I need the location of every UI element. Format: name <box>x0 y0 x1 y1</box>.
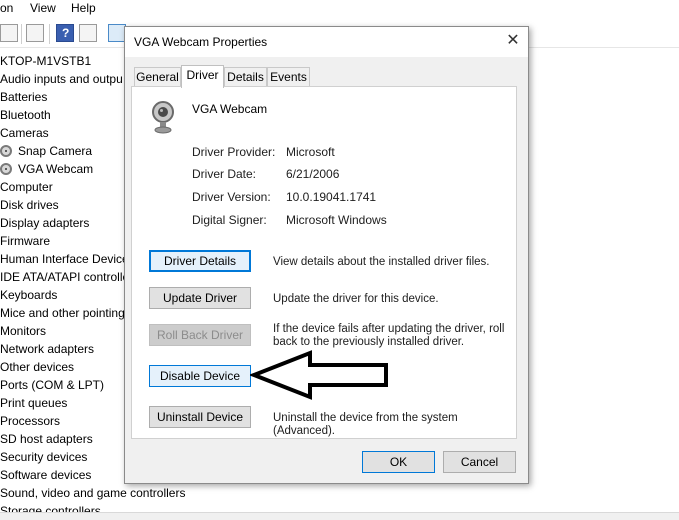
update-driver-desc: Update the driver for this device. <box>273 293 439 305</box>
tree-item-bluetooth[interactable]: Bluetooth <box>0 106 51 124</box>
webcam-icon <box>152 101 174 134</box>
driver-date-label: Driver Date: <box>192 167 257 181</box>
tree-item-sd-host[interactable]: SD host adapters <box>0 430 93 448</box>
dialog-titlebar[interactable]: VGA Webcam Properties ✕ <box>125 27 528 57</box>
dialog-title: VGA Webcam Properties <box>134 35 268 49</box>
toolbar-separator <box>49 24 50 44</box>
tree-item-ports[interactable]: Ports (COM & LPT) <box>0 376 104 394</box>
tree-item-batteries[interactable]: Batteries <box>0 88 47 106</box>
camera-icon <box>0 163 12 175</box>
uninstall-device-desc: Uninstall the device from the system (Ad… <box>273 412 458 437</box>
driver-details-desc: View details about the installed driver … <box>273 256 490 268</box>
menu-view[interactable]: View <box>30 1 56 15</box>
tree-item-ide[interactable]: IDE ATA/ATAPI controlle <box>0 268 129 286</box>
tree-item-cameras[interactable]: Cameras <box>0 124 49 142</box>
driver-date-value: 6/21/2006 <box>286 167 340 181</box>
tree-item-display-adapters[interactable]: Display adapters <box>0 214 89 232</box>
properties-dialog: VGA Webcam Properties ✕ General Driver D… <box>124 26 529 484</box>
tree-item-computer[interactable]: Computer <box>0 178 53 196</box>
tree-item-processors[interactable]: Processors <box>0 412 60 430</box>
disable-device-desc: Disable the device. <box>273 371 371 383</box>
tree-item-hid[interactable]: Human Interface Device <box>0 250 129 268</box>
menu-help[interactable]: Help <box>71 1 96 15</box>
driver-details-button[interactable]: Driver Details <box>149 250 251 272</box>
tree-item-keyboards[interactable]: Keyboards <box>0 286 57 304</box>
menu-action[interactable]: on <box>0 1 13 15</box>
driver-provider-value: Microsoft <box>286 145 335 159</box>
tree-item-monitors[interactable]: Monitors <box>0 322 46 340</box>
tree-item-security-devices[interactable]: Security devices <box>0 448 87 466</box>
ok-button[interactable]: OK <box>362 451 435 473</box>
scan-icon[interactable] <box>26 24 44 42</box>
cancel-button[interactable]: Cancel <box>443 451 516 473</box>
driver-provider-label: Driver Provider: <box>192 145 276 159</box>
menu-bar: on View Help <box>0 0 679 18</box>
tree-item-vga-webcam[interactable]: VGA Webcam <box>0 160 93 178</box>
tree-item-audio[interactable]: Audio inputs and outpu <box>0 70 123 88</box>
status-bar <box>0 512 679 520</box>
device-name: VGA Webcam <box>192 102 268 116</box>
disable-device-button[interactable]: Disable Device <box>149 365 251 387</box>
tree-item-label: Snap Camera <box>18 144 93 158</box>
digital-signer-value: Microsoft Windows <box>286 213 387 227</box>
roll-back-driver-button[interactable]: Roll Back Driver <box>149 324 251 346</box>
camera-icon <box>0 145 12 157</box>
driver-version-label: Driver Version: <box>192 190 271 204</box>
tree-item-print-queues[interactable]: Print queues <box>0 394 67 412</box>
tree-item-snap-camera[interactable]: Snap Camera <box>0 142 92 160</box>
tree-computer-name[interactable]: KTOP-M1VSTB1 <box>0 52 91 70</box>
tree-item-disk-drives[interactable]: Disk drives <box>0 196 59 214</box>
driver-panel: VGA Webcam Driver Provider: Microsoft Dr… <box>131 86 517 439</box>
tab-events[interactable]: Events <box>267 67 310 87</box>
tree-item-other-devices[interactable]: Other devices <box>0 358 74 376</box>
tab-general[interactable]: General <box>134 67 181 87</box>
properties-icon[interactable] <box>0 24 18 42</box>
tree-item-network-adapters[interactable]: Network adapters <box>0 340 94 358</box>
close-icon[interactable]: ✕ <box>498 27 528 57</box>
tree-item-mice[interactable]: Mice and other pointing <box>0 304 125 322</box>
tree-item-software-devices[interactable]: Software devices <box>0 466 91 484</box>
tree-item-label: VGA Webcam <box>18 162 94 176</box>
view-icon[interactable] <box>79 24 97 42</box>
digital-signer-label: Digital Signer: <box>192 213 267 227</box>
uninstall-device-button[interactable]: Uninstall Device <box>149 406 251 428</box>
tab-details[interactable]: Details <box>224 67 267 87</box>
roll-back-driver-desc: If the device fails after updating the d… <box>273 323 505 348</box>
help-icon[interactable]: ? <box>56 24 74 42</box>
tree-item-sound[interactable]: Sound, video and game controllers <box>0 484 185 502</box>
toolbar-separator <box>21 24 22 44</box>
tab-driver[interactable]: Driver <box>181 65 224 88</box>
driver-version-value: 10.0.19041.1741 <box>286 190 377 204</box>
update-driver-button[interactable]: Update Driver <box>149 287 251 309</box>
tree-item-firmware[interactable]: Firmware <box>0 232 50 250</box>
